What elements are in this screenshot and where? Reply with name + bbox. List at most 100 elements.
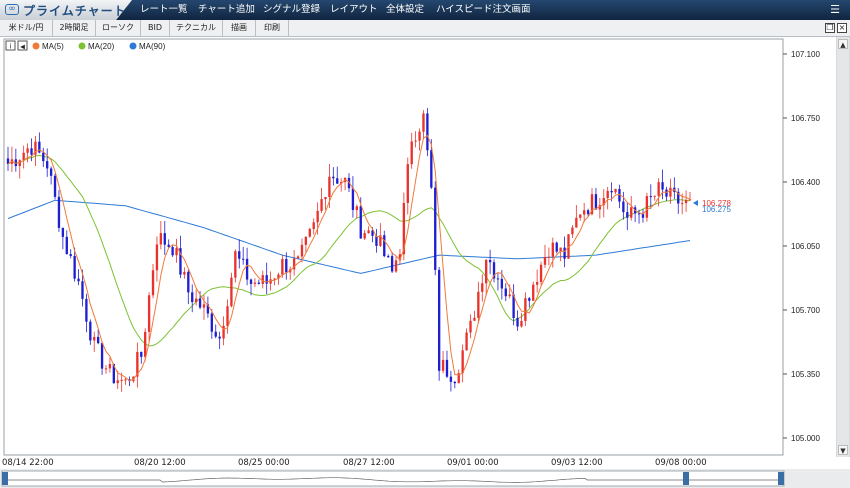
candle-body bbox=[390, 256, 394, 272]
candle-body bbox=[579, 214, 582, 218]
candle-body bbox=[151, 270, 155, 296]
candle-body bbox=[496, 278, 500, 280]
app-title: プライムチャート bbox=[23, 4, 127, 18]
candle-body bbox=[614, 188, 617, 193]
price-chart[interactable]: 107.100 106.750 106.400 106.050 105.700 105.3… bbox=[0, 37, 836, 457]
candle-body bbox=[57, 196, 61, 228]
candle-body bbox=[406, 164, 409, 203]
logo-icon: ∞ bbox=[5, 4, 19, 15]
menu-add-chart[interactable]: チャート追加 bbox=[198, 0, 255, 20]
technical-button[interactable]: テクニカル bbox=[170, 20, 223, 36]
chart-area[interactable]: 107.100 106.750 106.400 106.050 105.700 105.3… bbox=[0, 37, 836, 457]
candle-body bbox=[684, 199, 688, 204]
symbol-selector[interactable]: 米ドル/円 bbox=[0, 20, 53, 36]
candle-body bbox=[85, 298, 88, 322]
print-button[interactable]: 印刷 bbox=[256, 20, 289, 36]
candle-body bbox=[430, 150, 433, 188]
candle-body bbox=[116, 380, 119, 384]
scroll-down-icon[interactable]: ▼ bbox=[838, 445, 848, 455]
menu-rate-list[interactable]: レート一覧 bbox=[140, 0, 188, 20]
candle-body bbox=[453, 381, 456, 384]
candle-body bbox=[191, 292, 194, 303]
candle-body bbox=[485, 259, 488, 284]
candle-body bbox=[351, 188, 355, 210]
candle-body bbox=[175, 248, 178, 256]
candle-body bbox=[473, 317, 476, 321]
navigator-right-handle[interactable] bbox=[778, 472, 784, 485]
menu-global-settings[interactable]: 全体設定 bbox=[386, 0, 424, 20]
candle-body bbox=[469, 320, 472, 333]
candle-body bbox=[108, 364, 112, 369]
candle-body bbox=[465, 332, 468, 351]
candle-body bbox=[583, 210, 586, 215]
candle-body bbox=[543, 257, 547, 265]
price-tick-label: 106.400 bbox=[791, 178, 820, 187]
candle-body bbox=[532, 284, 535, 301]
candle-body bbox=[324, 197, 327, 200]
candle-body bbox=[645, 196, 649, 218]
candle-body bbox=[328, 176, 331, 198]
candle-body bbox=[120, 379, 123, 381]
scroll-up-icon[interactable]: ▲ bbox=[838, 39, 848, 49]
candle-body bbox=[202, 304, 206, 308]
candle-body bbox=[445, 359, 449, 377]
price-tick-label: 105.000 bbox=[791, 434, 820, 443]
navigator-mid-handle[interactable] bbox=[683, 472, 689, 485]
candle-body bbox=[304, 236, 308, 245]
time-label: 08/14 22:00 bbox=[2, 458, 54, 468]
menu-layout[interactable]: レイアウト bbox=[330, 0, 378, 20]
draw-button[interactable]: 描画 bbox=[223, 20, 256, 36]
candle-body bbox=[563, 247, 566, 259]
price-scrollbar[interactable]: ▲ ▼ bbox=[837, 37, 849, 457]
candle-body bbox=[100, 343, 104, 369]
price-tick-label: 105.350 bbox=[791, 370, 820, 379]
candle-body bbox=[504, 288, 507, 297]
menu-high-speed-order[interactable]: ハイスピード注文画面 bbox=[436, 0, 531, 20]
close-icon[interactable]: × bbox=[837, 23, 847, 33]
candle-body bbox=[441, 359, 445, 371]
candle-body bbox=[230, 277, 233, 307]
navigator-left-handle[interactable] bbox=[2, 472, 8, 485]
navigator-bar[interactable] bbox=[0, 469, 850, 488]
candle-body bbox=[363, 233, 366, 239]
candle-body bbox=[555, 242, 558, 252]
candle-body bbox=[300, 244, 304, 257]
candle-body bbox=[183, 271, 186, 275]
candle-body bbox=[320, 199, 323, 211]
candle-body bbox=[253, 282, 257, 284]
candle-body bbox=[626, 212, 629, 218]
candle-body bbox=[359, 206, 362, 239]
candle-body bbox=[665, 189, 668, 197]
candle-body bbox=[285, 258, 288, 273]
candle-body bbox=[367, 230, 370, 234]
chart-type-selector[interactable]: ローソク bbox=[96, 20, 141, 36]
hamburger-icon[interactable]: ☰ bbox=[830, 0, 840, 20]
menu-signal-register[interactable]: シグナル登録 bbox=[263, 0, 320, 20]
legend-ma5-marker bbox=[32, 42, 40, 50]
candle-body bbox=[426, 113, 429, 151]
popout-icon[interactable]: ❐ bbox=[825, 23, 835, 33]
top-menu-bar: ∞ プライムチャート レート一覧 チャート追加 シグナル登録 レイアウト 全体設… bbox=[0, 0, 850, 20]
legend-ma90-marker bbox=[129, 42, 137, 50]
timeframe-selector[interactable]: 2時間足 bbox=[53, 20, 96, 36]
candle-body bbox=[630, 207, 633, 218]
candle-body bbox=[449, 376, 453, 382]
candle-body bbox=[312, 222, 315, 229]
price-axis: 107.100 106.750 106.400 106.050 105.700 105.3… bbox=[783, 50, 820, 443]
candle-body bbox=[163, 233, 166, 245]
candle-body bbox=[500, 278, 504, 289]
price-type-selector[interactable]: BID bbox=[141, 20, 170, 36]
candle-body bbox=[571, 227, 574, 235]
navigator-track[interactable] bbox=[1, 470, 785, 487]
candle-body bbox=[61, 227, 65, 237]
legend-ma20-marker bbox=[78, 42, 86, 50]
time-label: 09/03 12:00 bbox=[551, 458, 603, 468]
candle-body bbox=[680, 203, 684, 205]
candle-body bbox=[144, 331, 147, 357]
candle-body bbox=[257, 282, 261, 284]
candle-body bbox=[171, 247, 174, 256]
plot-frame bbox=[3, 38, 784, 456]
candle-body bbox=[414, 140, 417, 142]
candle-body bbox=[30, 148, 33, 155]
candle-body bbox=[81, 281, 84, 299]
